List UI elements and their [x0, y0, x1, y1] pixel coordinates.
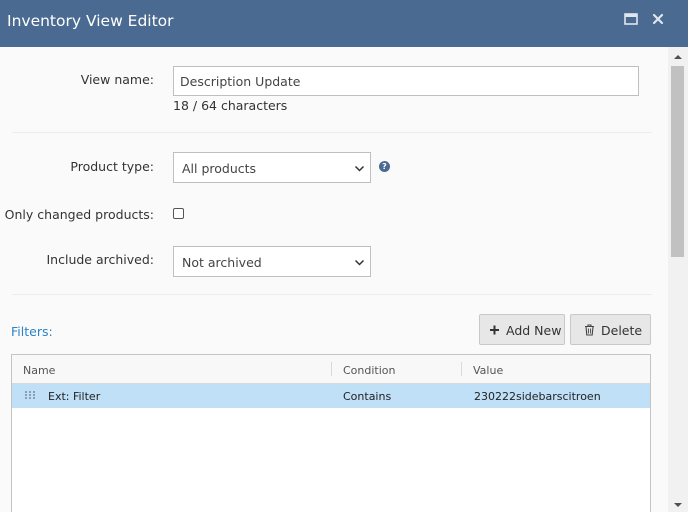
view-name-label: View name: — [80, 72, 154, 87]
drag-handle-icon[interactable] — [25, 391, 35, 399]
section-divider — [12, 294, 652, 295]
vertical-scrollbar[interactable] — [668, 47, 688, 512]
delete-button[interactable]: Delete — [570, 314, 651, 345]
column-separator — [461, 362, 462, 376]
window-title: Inventory View Editor — [7, 12, 174, 30]
product-type-label: Product type: — [70, 159, 154, 174]
column-header-condition[interactable]: Condition — [343, 364, 396, 377]
product-type-select[interactable]: All products — [173, 152, 371, 183]
title-bar: Inventory View Editor — [0, 0, 688, 47]
chevron-down-icon — [354, 259, 365, 266]
table-row[interactable]: Ext: Filter Contains 230222sidebarscitro… — [12, 384, 650, 408]
row-value-cell: 230222sidebarscitroen — [474, 390, 601, 403]
column-header-name[interactable]: Name — [23, 364, 55, 377]
scroll-down-icon[interactable] — [673, 500, 683, 510]
column-header-value[interactable]: Value — [473, 364, 503, 377]
include-archived-select[interactable]: Not archived — [173, 246, 371, 277]
plus-icon — [490, 325, 499, 335]
add-new-button[interactable]: Add New — [479, 314, 565, 345]
only-changed-checkbox[interactable] — [173, 208, 184, 219]
include-archived-value: Not archived — [182, 255, 262, 270]
scroll-up-icon[interactable] — [673, 52, 683, 62]
table-header: Name Condition Value — [12, 355, 650, 384]
include-archived-label: Include archived: — [46, 252, 154, 267]
row-name-cell: Ext: Filter — [48, 390, 101, 403]
trash-icon — [585, 324, 594, 336]
section-divider — [12, 132, 652, 133]
only-changed-label: Only changed products: — [4, 207, 154, 222]
view-name-input[interactable] — [173, 66, 639, 96]
filters-table: Name Condition Value Ext: Filter Contain… — [11, 354, 651, 512]
character-count: 18 / 64 characters — [173, 98, 288, 113]
chevron-down-icon — [354, 165, 365, 172]
maximize-icon[interactable] — [622, 10, 640, 28]
close-icon[interactable] — [649, 10, 667, 28]
help-icon[interactable]: ? — [379, 161, 390, 172]
filters-label: Filters: — [11, 324, 53, 339]
column-separator — [331, 362, 332, 376]
row-condition-cell: Contains — [343, 390, 392, 403]
add-new-label: Add New — [506, 323, 562, 338]
product-type-value: All products — [182, 161, 257, 176]
delete-label: Delete — [601, 323, 643, 338]
scrollbar-thumb[interactable] — [671, 66, 684, 257]
